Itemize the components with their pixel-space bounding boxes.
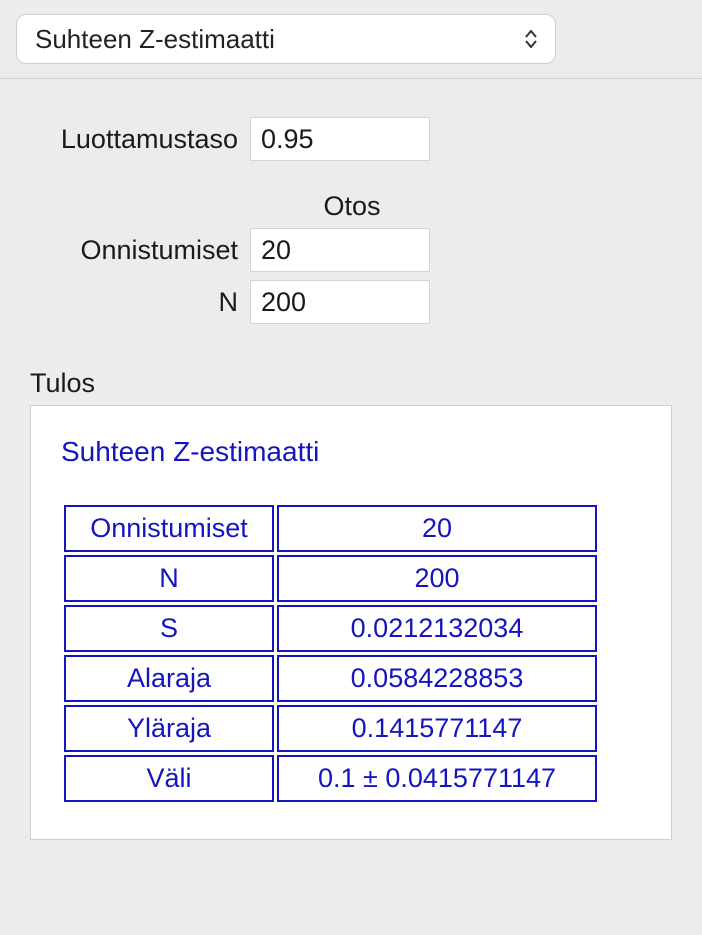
n-row: N xyxy=(30,280,672,324)
result-row-label: S xyxy=(64,605,274,652)
successes-label: Onnistumiset xyxy=(30,235,250,266)
successes-row: Onnistumiset xyxy=(30,228,672,272)
result-row-value: 20 xyxy=(277,505,597,552)
sample-header-row: Otos xyxy=(30,191,672,228)
successes-input[interactable] xyxy=(250,228,430,272)
table-row: Alaraja 0.0584228853 xyxy=(64,655,597,702)
result-row-value: 0.0584228853 xyxy=(277,655,597,702)
confidence-label: Luottamustaso xyxy=(30,124,250,155)
n-input[interactable] xyxy=(250,280,430,324)
table-row: Väli 0.1 ± 0.0415771147 xyxy=(64,755,597,802)
method-dropdown-label: Suhteen Z-estimaatti xyxy=(35,24,275,55)
result-row-value: 0.1 ± 0.0415771147 xyxy=(277,755,597,802)
confidence-input[interactable] xyxy=(250,117,430,161)
chevron-updown-icon xyxy=(525,30,537,48)
result-row-value: 0.1415771147 xyxy=(277,705,597,752)
result-row-label: Väli xyxy=(64,755,274,802)
toolbar: Suhteen Z-estimaatti xyxy=(0,0,702,79)
result-row-label: Alaraja xyxy=(64,655,274,702)
result-row-label: Yläraja xyxy=(64,705,274,752)
content-area: Luottamustaso Otos Onnistumiset N Tulos … xyxy=(0,79,702,840)
table-row: Onnistumiset 20 xyxy=(64,505,597,552)
table-row: S 0.0212132034 xyxy=(64,605,597,652)
table-row: N 200 xyxy=(64,555,597,602)
table-row: Yläraja 0.1415771147 xyxy=(64,705,597,752)
n-label: N xyxy=(30,287,250,318)
result-section-label: Tulos xyxy=(30,368,672,399)
confidence-row: Luottamustaso xyxy=(30,117,672,161)
method-dropdown[interactable]: Suhteen Z-estimaatti xyxy=(16,14,556,64)
result-panel: Suhteen Z-estimaatti Onnistumiset 20 N 2… xyxy=(30,405,672,840)
result-row-label: Onnistumiset xyxy=(64,505,274,552)
sample-header: Otos xyxy=(262,191,442,222)
result-title: Suhteen Z-estimaatti xyxy=(61,436,641,468)
result-row-value: 200 xyxy=(277,555,597,602)
result-row-value: 0.0212132034 xyxy=(277,605,597,652)
result-table: Onnistumiset 20 N 200 S 0.0212132034 Ala… xyxy=(61,502,600,805)
result-row-label: N xyxy=(64,555,274,602)
